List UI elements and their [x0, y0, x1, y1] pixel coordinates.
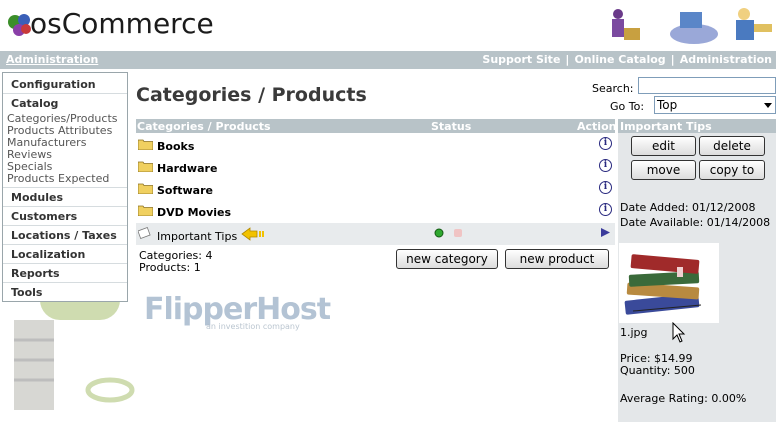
nav-divider — [3, 282, 127, 283]
play-arrow-icon[interactable] — [600, 227, 611, 238]
nav-reports[interactable]: Reports — [11, 267, 60, 280]
nav-modules[interactable]: Modules — [11, 191, 63, 204]
info-icon[interactable]: i — [599, 203, 612, 216]
page-title: Categories / Products — [136, 84, 367, 106]
left-navigation: Configuration Catalog Categories/Product… — [2, 72, 128, 302]
logo-text: osCommerce — [30, 7, 214, 40]
date-available: Date Available: 01/14/2008 — [620, 216, 771, 229]
copy-to-button[interactable]: copy to — [699, 160, 765, 180]
products-count: Products: 1 — [139, 261, 201, 274]
search-input[interactable] — [638, 77, 776, 94]
average-rating: Average Rating: 0.00% — [620, 392, 747, 405]
nav-divider — [3, 225, 127, 226]
category-label: Hardware — [157, 162, 218, 175]
image-filename: 1.jpg — [620, 326, 648, 339]
goto-select[interactable]: Top — [654, 96, 776, 114]
info-panel-title: Important Tips — [620, 120, 712, 133]
category-label: Software — [157, 184, 213, 197]
info-icon[interactable]: i — [599, 159, 612, 172]
administration-link[interactable]: Administration — [6, 53, 98, 66]
nav-divider — [3, 93, 127, 94]
category-row[interactable]: Hardware i — [136, 157, 615, 179]
list-header: Categories / Products Status Action — [136, 119, 617, 133]
chevron-down-icon — [764, 103, 772, 108]
header-action: Action — [577, 120, 617, 133]
top-bar: Administration Support Site | Online Catal… — [0, 51, 776, 69]
delete-button[interactable]: delete — [699, 136, 765, 156]
nav-item-products-expected[interactable]: Products Expected — [7, 172, 109, 185]
online-catalog-link[interactable]: Online Catalog — [574, 53, 665, 66]
folder-icon — [138, 205, 153, 216]
quantity: Quantity: 500 — [620, 364, 695, 377]
product-label: Important Tips — [157, 230, 238, 243]
nav-catalog[interactable]: Catalog — [11, 97, 58, 110]
preview-icon[interactable] — [138, 226, 152, 240]
nav-localization[interactable]: Localization — [11, 248, 85, 261]
nav-tools[interactable]: Tools — [11, 286, 42, 299]
folder-icon — [138, 139, 153, 150]
goto-label: Go To: — [610, 100, 645, 113]
header-clipart-image — [612, 8, 772, 44]
nav-customers[interactable]: Customers — [11, 210, 77, 223]
support-site-link[interactable]: Support Site — [482, 53, 560, 66]
selected-arrow-icon — [241, 227, 264, 241]
goto-selected-value: Top — [657, 98, 678, 112]
category-row[interactable]: DVD Movies i — [136, 201, 615, 223]
product-image — [619, 243, 719, 323]
mouse-cursor-icon — [672, 322, 686, 343]
category-row[interactable]: Books i — [136, 135, 615, 157]
nav-locations-taxes[interactable]: Locations / Taxes — [11, 229, 117, 242]
info-icon[interactable]: i — [599, 181, 612, 194]
folder-icon — [138, 161, 153, 172]
nav-divider — [3, 244, 127, 245]
nav-configuration[interactable]: Configuration — [11, 78, 96, 91]
category-label: Books — [157, 140, 195, 153]
status-inactive-icon[interactable] — [453, 228, 463, 238]
move-button[interactable]: move — [631, 160, 696, 180]
category-row[interactable]: Software i — [136, 179, 615, 201]
flipperhost-tagline: an investition company — [206, 322, 300, 331]
folder-icon — [138, 183, 153, 194]
product-row[interactable]: Important Tips — [136, 223, 615, 245]
administration-top-link[interactable]: Administration — [680, 53, 772, 66]
category-label: DVD Movies — [157, 206, 232, 219]
search-label: Search: — [592, 82, 634, 95]
nav-divider — [3, 187, 127, 188]
date-added: Date Added: 01/12/2008 — [620, 201, 756, 214]
new-category-button[interactable]: new category — [396, 249, 498, 269]
top-links: Support Site | Online Catalog | Administrati… — [482, 53, 772, 66]
header-name: Categories / Products — [137, 120, 271, 133]
header-status: Status — [431, 120, 472, 133]
edit-button[interactable]: edit — [631, 136, 696, 156]
new-product-button[interactable]: new product — [505, 249, 609, 269]
info-panel-header: Important Tips — [618, 119, 776, 133]
status-active-icon[interactable] — [434, 228, 444, 238]
info-icon[interactable]: i — [599, 137, 612, 150]
nav-divider — [3, 206, 127, 207]
nav-divider — [3, 263, 127, 264]
